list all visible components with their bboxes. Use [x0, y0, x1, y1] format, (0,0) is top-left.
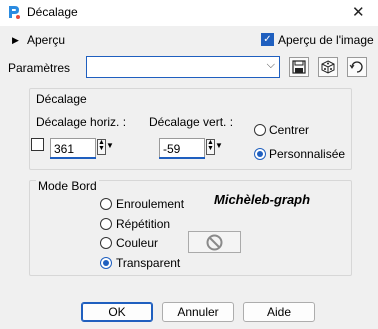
params-label: Paramètres [8, 61, 71, 75]
horiz-offset-value: 361 [54, 142, 75, 156]
vert-offset-label: Décalage vert. : [149, 115, 234, 129]
offset-group-label: Décalage [36, 92, 87, 106]
repeat-label[interactable]: Répétition [116, 217, 170, 231]
color-label[interactable]: Couleur [116, 236, 158, 250]
close-icon[interactable]: ✕ [352, 3, 365, 21]
help-button[interactable]: Aide [243, 302, 315, 322]
color-radio[interactable] [100, 237, 112, 249]
color-swatch[interactable] [188, 231, 241, 253]
horiz-offset-spinner[interactable]: ▲ ▼ [97, 139, 106, 155]
random-dice-icon[interactable] [318, 57, 338, 77]
horiz-dropdown-arrow-icon[interactable]: ▼ [106, 141, 114, 150]
transparent-radio[interactable] [100, 257, 112, 269]
params-dropdown[interactable]: ⌵ [86, 56, 280, 78]
save-preset-icon[interactable] [289, 57, 309, 77]
reset-icon[interactable] [347, 57, 367, 77]
vert-offset-spinner[interactable]: ▲ ▼ [206, 139, 215, 155]
link-checkbox[interactable] [31, 138, 44, 151]
repeat-radio[interactable] [100, 218, 112, 230]
app-icon [9, 6, 20, 19]
vert-dropdown-arrow-icon[interactable]: ▼ [215, 141, 223, 150]
horiz-offset-label: Décalage horiz. : [36, 115, 127, 129]
image-preview-checkbox[interactable]: ✓ [261, 33, 274, 46]
edge-mode-label: Mode Bord [36, 179, 99, 193]
transparent-label[interactable]: Transparent [116, 256, 180, 270]
image-preview-label[interactable]: Aperçu de l'image [278, 33, 374, 47]
chevron-down-icon: ⌵ [266, 59, 275, 71]
window-title: Décalage [27, 5, 78, 19]
center-label[interactable]: Centrer [269, 123, 309, 137]
wrap-label[interactable]: Enroulement [116, 197, 184, 211]
vert-focus-underline [159, 157, 205, 159]
no-color-icon [206, 234, 223, 251]
horiz-focus-underline [50, 157, 96, 159]
cancel-button[interactable]: Annuler [162, 302, 234, 322]
custom-radio[interactable] [254, 148, 266, 160]
preview-toggle-label[interactable]: Aperçu [27, 33, 65, 47]
horiz-offset-field[interactable]: 361 [50, 138, 96, 158]
ok-button[interactable]: OK [81, 302, 153, 322]
wrap-radio[interactable] [100, 198, 112, 210]
vert-offset-value: -59 [163, 142, 181, 156]
custom-label[interactable]: Personnalisée [269, 147, 345, 161]
center-radio[interactable] [254, 124, 266, 136]
vert-offset-field[interactable]: -59 [159, 138, 205, 158]
watermark-text: Michèleb-graph [214, 192, 311, 207]
expand-arrow-icon[interactable]: ▶ [12, 35, 19, 46]
